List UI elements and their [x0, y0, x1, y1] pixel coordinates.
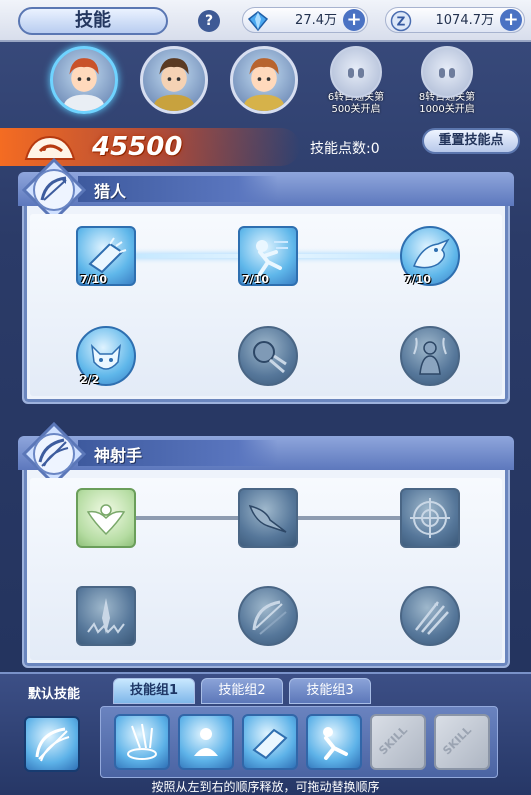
ice-gauntlet-icon — [252, 728, 288, 760]
tab-skill-group-3[interactable]: 技能组3 — [289, 678, 371, 704]
hero-portrait-1-icon — [63, 58, 105, 111]
bow-class-emblem-icon — [22, 158, 86, 222]
skill-slot-1[interactable] — [114, 714, 170, 770]
loadout-hint: 按照从左到右的顺序释放，可拖动替换顺序 — [151, 780, 380, 794]
skill-bow-arrows[interactable] — [238, 586, 298, 646]
top-bar: 技能 ? 27.4万 + Z 1074.7万 + — [0, 0, 531, 42]
locked-hero-slot-2[interactable]: 8转目通关第 1000关开启 — [412, 46, 482, 126]
spirit-figure-icon — [413, 337, 447, 375]
skill-multi-arrow[interactable] — [400, 586, 460, 646]
currency-zcoin: Z 1074.7万 + — [385, 7, 525, 33]
running-figure-icon — [323, 727, 348, 760]
bow-arrows-icon — [252, 600, 287, 635]
locked-hero-slot-1[interactable]: 6转目通关第 500关开启 — [321, 46, 391, 126]
default-skill-label: 默认技能 — [27, 687, 80, 702]
skill-slot-2[interactable] — [178, 714, 234, 770]
skill-wolf-head[interactable]: 2/2 — [76, 326, 136, 386]
svg-text:Z: Z — [397, 15, 406, 29]
skill-level: 7/10 — [242, 273, 269, 286]
skill-dragon-head[interactable]: 7/10 — [400, 226, 460, 286]
skill-spirit-figure[interactable] — [400, 326, 460, 386]
hero-portrait-3-icon — [243, 58, 285, 111]
default-skill-slot[interactable] — [24, 716, 80, 772]
crystal-spikes-icon — [87, 598, 125, 634]
add-zcoin-button[interactable]: + — [500, 9, 522, 31]
skill-crosshair-target[interactable] — [400, 488, 460, 548]
z-coin-icon: Z — [390, 10, 412, 32]
eagle-emblem-icon — [86, 504, 126, 536]
hawk-dive-icon — [248, 504, 287, 533]
hero-portrait-1[interactable] — [50, 46, 118, 114]
locked-hero-icon — [330, 46, 382, 98]
skill-level: 7/10 — [80, 273, 107, 286]
help-button[interactable]: ? — [198, 10, 220, 32]
tab-skill-group-2[interactable]: 技能组2 — [201, 678, 283, 704]
multi-arrow-icon — [415, 601, 449, 635]
currency-diamond: 27.4万 + — [242, 7, 368, 33]
skill-tree: 7/10 7/10 7/10 2/2 — [30, 214, 502, 396]
hero-portrait-2-icon — [153, 58, 195, 111]
tab-skill-group-1[interactable]: 技能组1 — [113, 678, 195, 704]
combat-power-value: 45500 — [92, 132, 183, 162]
empty-slot-label: SKILL — [376, 723, 411, 758]
locked-hero-icon — [421, 46, 473, 98]
skill-panel-marksman: 神射手 — [18, 422, 514, 668]
reset-skill-points-button[interactable]: 重置技能点 — [422, 128, 520, 154]
crossbow-class-emblem-icon — [22, 422, 86, 486]
skill-points-label: 技能点数:0 — [310, 141, 380, 157]
dragon-head-icon — [412, 238, 450, 269]
fist-strike-icon — [253, 341, 287, 374]
unlock-condition-line2: 500关开启 — [331, 104, 381, 115]
skill-level: 2/2 — [80, 373, 100, 386]
skill-crystal-spikes[interactable] — [76, 586, 136, 646]
skill-slot-4[interactable] — [306, 714, 362, 770]
class-name: 猎人 — [94, 182, 127, 201]
skill-slot-3[interactable] — [242, 714, 298, 770]
skill-loadout: 默认技能 技能组1 技能组2 技能组3 SKILL SKILL 按照从左到右的顺… — [0, 672, 531, 795]
blue-diamond-icon — [247, 11, 269, 32]
arrow-rain-icon — [127, 723, 157, 760]
diamond-value: 27.4万 — [295, 13, 337, 28]
skill-level: 7/10 — [404, 273, 431, 286]
skill-slot-5-empty[interactable]: SKILL — [370, 714, 426, 770]
running-figure-icon — [256, 240, 288, 276]
skill-tree — [30, 478, 502, 660]
skill-fist-strike[interactable] — [238, 326, 298, 386]
page-title: 技能 — [18, 7, 168, 35]
skill-panel-hunter: 猎人 7/10 7/10 7/10 2/2 — [18, 158, 514, 404]
empty-slot-label: SKILL — [440, 723, 475, 758]
skill-hawk-dive[interactable] — [238, 488, 298, 548]
hero-portrait-3[interactable] — [230, 46, 298, 114]
skill-screen: 技能 ? 27.4万 + Z 1074.7万 + 500关开启 1000关开启 … — [0, 0, 531, 795]
hero-portrait-2[interactable] — [140, 46, 208, 114]
panel-header: 神射手 — [18, 436, 514, 470]
unlock-condition-line2: 1000关开启 — [419, 104, 475, 115]
add-diamond-button[interactable]: + — [343, 9, 365, 31]
wolf-head-icon — [90, 343, 122, 370]
skill-eagle-emblem[interactable] — [76, 488, 136, 548]
crossbow-icon — [35, 727, 70, 762]
crosshair-target-icon — [410, 498, 450, 538]
meditate-figure-icon — [194, 728, 218, 756]
skill-slot-6-empty[interactable]: SKILL — [434, 714, 490, 770]
zcoin-value: 1074.7万 — [435, 13, 495, 28]
panel-header: 猎人 — [18, 172, 514, 206]
hero-selector: 6转目通关第 500关开启 8转目通关第 1000关开启 — [0, 42, 531, 130]
skill-ice-gauntlet[interactable]: 7/10 — [76, 226, 136, 286]
ice-gauntlet-icon — [88, 237, 127, 274]
skill-running-figure[interactable]: 7/10 — [238, 226, 298, 286]
class-name: 神射手 — [94, 446, 143, 465]
